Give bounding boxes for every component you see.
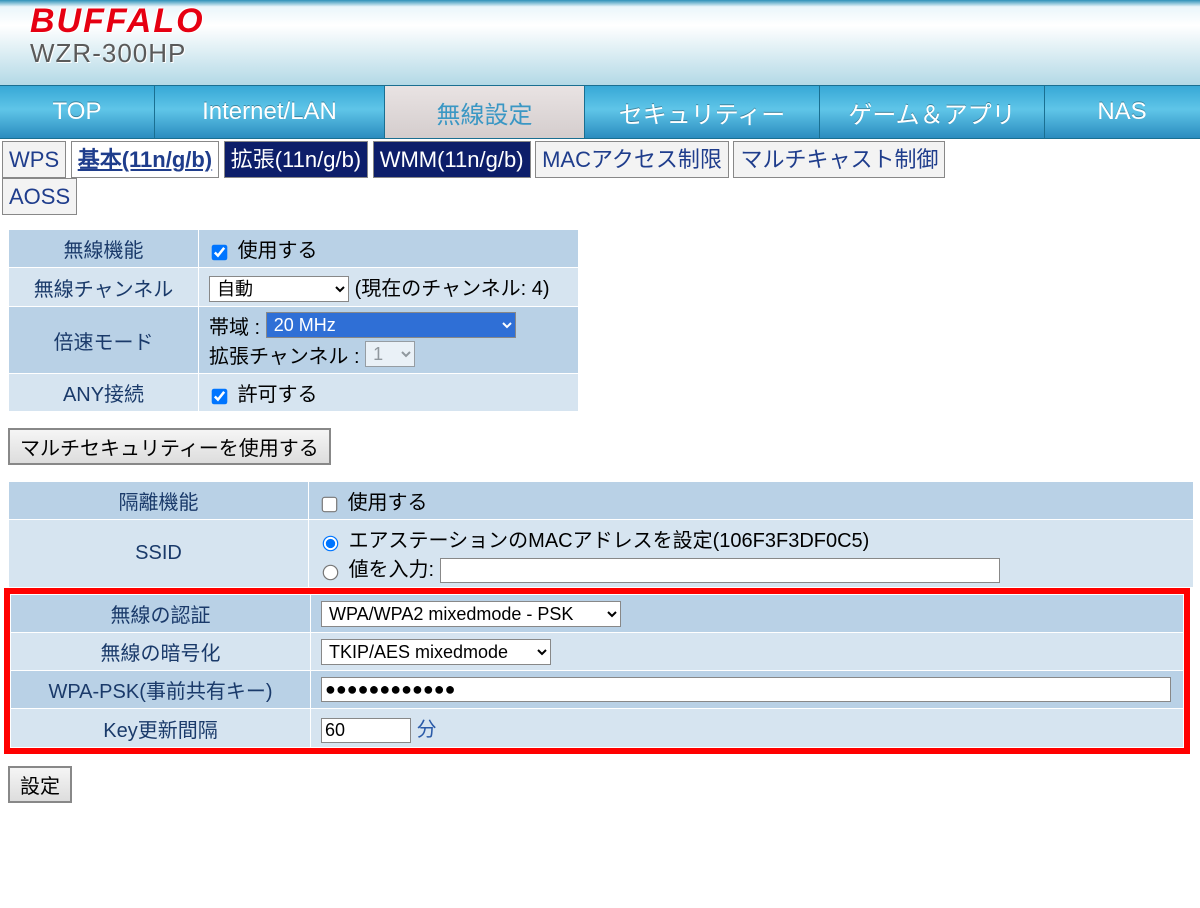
row-psk-label: WPA-PSK(事前共有キー) <box>11 671 311 709</box>
tab-top[interactable]: TOP <box>0 86 155 138</box>
any-allow-text: 許可する <box>238 384 318 406</box>
wireless-enable-text: 使用する <box>238 240 318 262</box>
wireless-enable-checkbox[interactable] <box>212 244 228 260</box>
row-ssid-label: SSID <box>9 520 309 588</box>
psk-input[interactable] <box>321 677 1171 702</box>
band-select[interactable]: 20 MHz <box>266 312 516 338</box>
model-name: WZR-300HP <box>30 38 1200 69</box>
main-tabs: TOP Internet/LAN 無線設定 セキュリティー ゲーム＆アプリ NA… <box>0 85 1200 139</box>
multi-security-button[interactable]: マルチセキュリティーを使用する <box>8 428 331 465</box>
ssid-mac-radio[interactable] <box>323 536 339 552</box>
row-isolate-label: 隔離機能 <box>9 482 309 520</box>
tab-internet-lan[interactable]: Internet/LAN <box>155 86 385 138</box>
subtab-wmm[interactable]: WMM(11n/g/b) <box>373 141 531 178</box>
subtab-wps[interactable]: WPS <box>2 141 66 178</box>
row-enc-label: 無線の暗号化 <box>11 633 311 671</box>
subtabs: WPS 基本(11n/g/b) 拡張(11n/g/b) WMM(11n/g/b)… <box>0 139 1200 215</box>
brand-logo: BUFFALO <box>30 4 1200 38</box>
rekey-input[interactable] <box>321 718 411 743</box>
enc-select[interactable]: TKIP/AES mixedmode <box>321 639 551 665</box>
apply-button[interactable]: 設定 <box>8 766 72 803</box>
security-table: 隔離機能 使用する SSID エアステーションのMACアドレスを設定(106F3… <box>8 481 1194 588</box>
tab-wireless[interactable]: 無線設定 <box>385 86 585 138</box>
row-auth-label: 無線の認証 <box>11 595 311 633</box>
band-label: 帯域 : <box>209 311 260 340</box>
row-any-label: ANY接続 <box>9 374 199 412</box>
wireless-basic-table: 無線機能 使用する 無線チャンネル 自動 (現在のチャンネル: 4) 倍速モード… <box>8 229 579 412</box>
subtab-ext[interactable]: 拡張(11n/g/b) <box>224 141 368 178</box>
tab-security[interactable]: セキュリティー <box>585 86 820 138</box>
header: BUFFALO WZR-300HP <box>0 0 1200 85</box>
subtab-basic[interactable]: 基本(11n/g/b) <box>71 141 219 178</box>
ssid-input-label: 値を入力: <box>349 559 435 581</box>
subtab-mac[interactable]: MACアクセス制限 <box>535 141 729 178</box>
channel-current: (現在のチャンネル: 4) <box>355 278 550 300</box>
any-allow-checkbox[interactable] <box>212 388 228 404</box>
ssid-mac-text: エアステーションのMACアドレスを設定(106F3F3DF0C5) <box>349 530 870 552</box>
channel-select[interactable]: 自動 <box>209 276 349 302</box>
row-rekey-label: Key更新間隔 <box>11 709 311 748</box>
tab-game-apps[interactable]: ゲーム＆アプリ <box>820 86 1045 138</box>
extch-label: 拡張チャンネル : <box>209 340 360 369</box>
auth-select[interactable]: WPA/WPA2 mixedmode - PSK <box>321 601 621 627</box>
isolate-text: 使用する <box>348 492 428 514</box>
row-channel-label: 無線チャンネル <box>9 268 199 307</box>
row-turbo-label: 倍速モード <box>9 307 199 374</box>
highlighted-security-rows: 無線の認証 WPA/WPA2 mixedmode - PSK 無線の暗号化 TK… <box>4 588 1190 754</box>
extch-select[interactable]: 1 <box>365 341 415 367</box>
rekey-unit: 分 <box>417 719 437 741</box>
ssid-input-field[interactable] <box>440 558 1000 583</box>
subtab-multicast[interactable]: マルチキャスト制御 <box>733 141 945 178</box>
ssid-input-radio[interactable] <box>323 565 339 581</box>
tab-nas[interactable]: NAS <box>1045 86 1199 138</box>
isolate-checkbox[interactable] <box>322 496 338 512</box>
row-wireless-func-label: 無線機能 <box>9 230 199 268</box>
subtab-aoss[interactable]: AOSS <box>2 178 77 215</box>
